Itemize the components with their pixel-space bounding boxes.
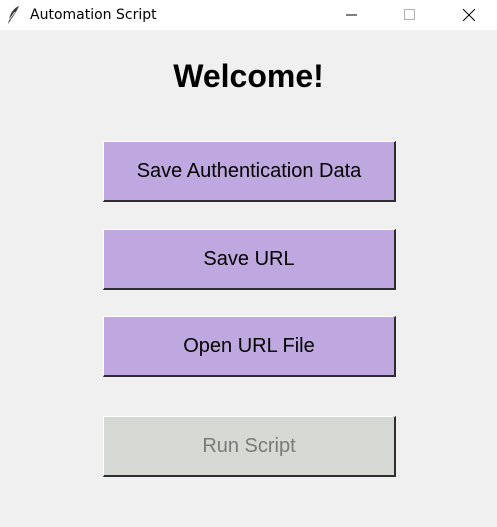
save-authentication-data-button[interactable]: Save Authentication Data [103, 141, 396, 202]
main-content: Welcome! Save Authentication Data Save U… [0, 30, 497, 527]
feather-icon [6, 5, 22, 25]
close-icon [462, 6, 476, 25]
welcome-heading: Welcome! [173, 58, 324, 94]
maximize-button[interactable] [387, 0, 433, 30]
open-url-file-button[interactable]: Open URL File [103, 316, 396, 377]
run-script-button[interactable]: Run Script [103, 416, 396, 477]
minimize-icon [346, 6, 358, 25]
save-url-button[interactable]: Save URL [103, 229, 396, 290]
title-bar[interactable]: Automation Script [0, 0, 497, 30]
close-button[interactable] [446, 0, 492, 30]
minimize-button[interactable] [329, 0, 375, 30]
window-title: Automation Script [30, 7, 157, 23]
maximize-icon [404, 6, 416, 25]
app-window: Automation Script Welcome! Save Authenti… [0, 0, 497, 527]
